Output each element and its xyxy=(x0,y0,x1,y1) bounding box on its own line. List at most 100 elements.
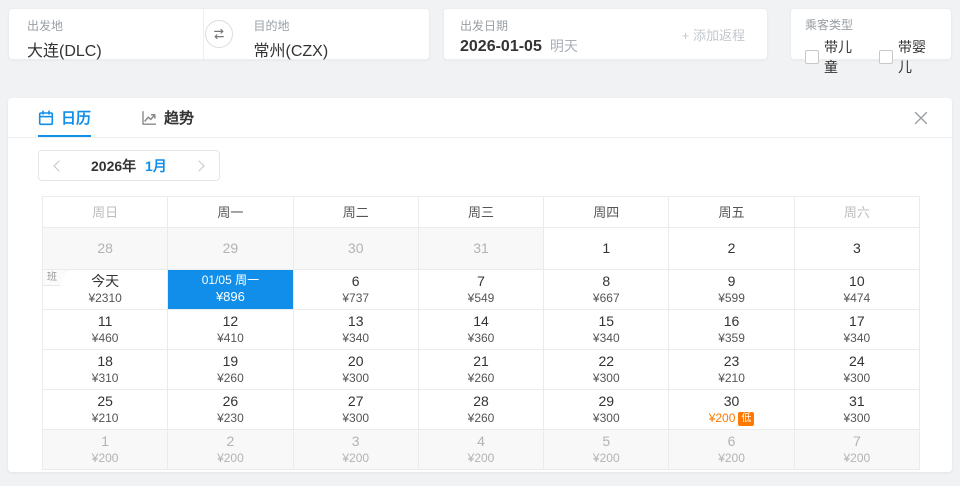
calendar-cell[interactable]: 30 ¥200 低 xyxy=(669,390,795,430)
depart-date-field[interactable]: 出发日期 2026-01-05 明天 xyxy=(444,9,578,59)
cell-price: ¥310 xyxy=(91,371,119,386)
swap-route-button[interactable] xyxy=(205,20,233,48)
calendar-cell[interactable]: 10 ¥474 xyxy=(794,270,920,310)
cell-day: 6 xyxy=(727,433,736,450)
cell-day: 16 xyxy=(723,313,740,330)
cell-price: ¥474 xyxy=(843,291,871,306)
origin-field[interactable]: 出发地 大连(DLC) xyxy=(9,9,203,61)
cell-day: 17 xyxy=(849,313,865,330)
calendar-cell[interactable]: 7 ¥549 xyxy=(418,270,545,310)
calendar-cell[interactable]: 3 ¥200 xyxy=(293,430,419,470)
cell-day: 11 xyxy=(97,313,113,330)
with-infant-option[interactable]: 带婴儿 xyxy=(879,37,939,77)
calendar-cell[interactable]: 29 xyxy=(168,228,294,270)
cell-day: 19 xyxy=(222,353,239,370)
cell-price: ¥896 xyxy=(215,289,245,305)
calendar-cell[interactable]: 13 ¥340 xyxy=(293,310,419,350)
tab-calendar[interactable]: 日历 xyxy=(38,98,92,137)
cell-price: ¥300 xyxy=(592,371,620,386)
cell-day: 今天 xyxy=(91,273,120,290)
cell-price: ¥300 xyxy=(342,371,370,386)
search-bar: 出发地 大连(DLC) 目的地 常州(CZX) 出发日期 2026-01-05 … xyxy=(8,8,952,75)
route-card: 出发地 大连(DLC) 目的地 常州(CZX) xyxy=(8,8,430,60)
cell-price: ¥200 xyxy=(91,451,119,466)
calendar-cell[interactable]: 29 ¥300 xyxy=(544,390,670,430)
calendar-cell[interactable]: 11 ¥460 xyxy=(43,310,169,350)
cell-day: 1 xyxy=(101,433,110,450)
cell-price: ¥2310 xyxy=(88,291,122,306)
calendar-cell[interactable]: 12 ¥410 xyxy=(168,310,294,350)
prev-month-button[interactable] xyxy=(53,159,65,172)
calendar-cell[interactable]: 31 ¥300 xyxy=(794,390,920,430)
calendar-cell[interactable]: 22 ¥300 xyxy=(544,350,670,390)
calendar-cell[interactable]: 30 xyxy=(293,228,419,270)
add-return-button[interactable]: + 添加返程 xyxy=(682,25,767,44)
cell-price: ¥300 xyxy=(843,371,871,386)
cell-day: 24 xyxy=(849,353,865,370)
cell-price: ¥340 xyxy=(592,331,620,346)
origin-value[interactable]: 大连(DLC) xyxy=(27,37,203,61)
next-month-button[interactable] xyxy=(193,159,205,172)
cell-day: 31 xyxy=(473,240,489,257)
cell-day: 30 xyxy=(347,240,364,257)
calendar-cell[interactable]: 28 ¥260 xyxy=(418,390,545,430)
calendar-cell[interactable]: 9 ¥599 xyxy=(669,270,795,310)
cell-day: 23 xyxy=(723,353,740,370)
depart-date-value[interactable]: 2026-01-05 xyxy=(460,38,542,56)
with-child-option[interactable]: 带儿童 xyxy=(805,37,865,77)
calendar-cell[interactable]: 25 ¥210 xyxy=(43,390,169,430)
cell-day: 31 xyxy=(849,393,865,410)
cell-day: 30 xyxy=(723,393,740,410)
destination-value[interactable]: 常州(CZX) xyxy=(254,37,430,61)
calendar-cell[interactable]: 6 ¥200 xyxy=(669,430,795,470)
panel-tab-bar: 日历 趋势 xyxy=(8,98,952,138)
with-child-checkbox[interactable] xyxy=(805,50,819,64)
cell-price: ¥300 xyxy=(843,411,871,426)
cell-price: ¥340 xyxy=(843,331,871,346)
calendar-cell[interactable]: 31 xyxy=(418,228,545,270)
weekday-header: 周五 xyxy=(669,197,795,228)
cell-day: 2 xyxy=(226,433,235,450)
calendar-cell[interactable]: 14 ¥360 xyxy=(418,310,545,350)
calendar-cell[interactable]: 16 ¥359 xyxy=(669,310,795,350)
calendar-cell[interactable]: 19 ¥260 xyxy=(168,350,294,390)
with-infant-checkbox[interactable] xyxy=(879,50,893,64)
weekday-header: 周二 xyxy=(293,197,419,228)
calendar-cell[interactable]: 27 ¥300 xyxy=(293,390,419,430)
close-panel-button[interactable] xyxy=(912,109,930,127)
calendar-cell[interactable]: 8 ¥667 xyxy=(544,270,670,310)
calendar-cell[interactable]: 24 ¥300 xyxy=(794,350,920,390)
with-infant-label: 带婴儿 xyxy=(898,39,926,75)
calendar-cell[interactable]: 15 ¥340 xyxy=(544,310,670,350)
calendar-cell[interactable]: 20 ¥300 xyxy=(293,350,419,390)
tab-trend-label: 趋势 xyxy=(164,110,195,127)
calendar-icon xyxy=(38,109,54,126)
cell-price: ¥200 xyxy=(467,451,495,466)
calendar-cell[interactable]: 23 ¥210 xyxy=(669,350,795,390)
calendar-cell[interactable]: 5 ¥200 xyxy=(544,430,670,470)
calendar-cell[interactable]: 17 ¥340 xyxy=(794,310,920,350)
calendar-cell-selected[interactable]: 01/05 周一 ¥896 xyxy=(168,270,294,310)
calendar-cell[interactable]: 28 xyxy=(43,228,169,270)
cell-day: 26 xyxy=(222,393,239,410)
weekday-header: 周四 xyxy=(544,197,670,228)
flight-tag: 班 xyxy=(43,270,67,286)
calendar-cell[interactable]: 1 ¥200 xyxy=(43,430,169,470)
calendar-cell[interactable]: 2 xyxy=(669,228,795,270)
tab-trend[interactable]: 趋势 xyxy=(141,98,194,137)
calendar-cell[interactable]: 2 ¥200 xyxy=(168,430,294,470)
calendar-cell[interactable]: 18 ¥310 xyxy=(43,350,169,390)
cell-price: ¥360 xyxy=(467,331,495,346)
cell-price: ¥737 xyxy=(342,291,370,306)
calendar-cell[interactable]: 7 ¥200 xyxy=(794,430,920,470)
calendar-cell[interactable]: 6 ¥737 xyxy=(293,270,419,310)
cell-price: ¥230 xyxy=(217,411,244,426)
destination-field[interactable]: 目的地 常州(CZX) xyxy=(202,9,430,61)
calendar-cell[interactable]: 1 xyxy=(544,228,670,270)
calendar-cell[interactable]: 4 ¥200 xyxy=(418,430,545,470)
calendar-cell[interactable]: 26 ¥230 xyxy=(168,390,294,430)
month-label: 2026年 1月 xyxy=(91,156,167,176)
calendar-cell[interactable]: 3 xyxy=(794,228,920,270)
calendar-cell[interactable]: 21 ¥260 xyxy=(418,350,545,390)
calendar-cell[interactable]: 班 今天 ¥2310 xyxy=(43,270,169,310)
